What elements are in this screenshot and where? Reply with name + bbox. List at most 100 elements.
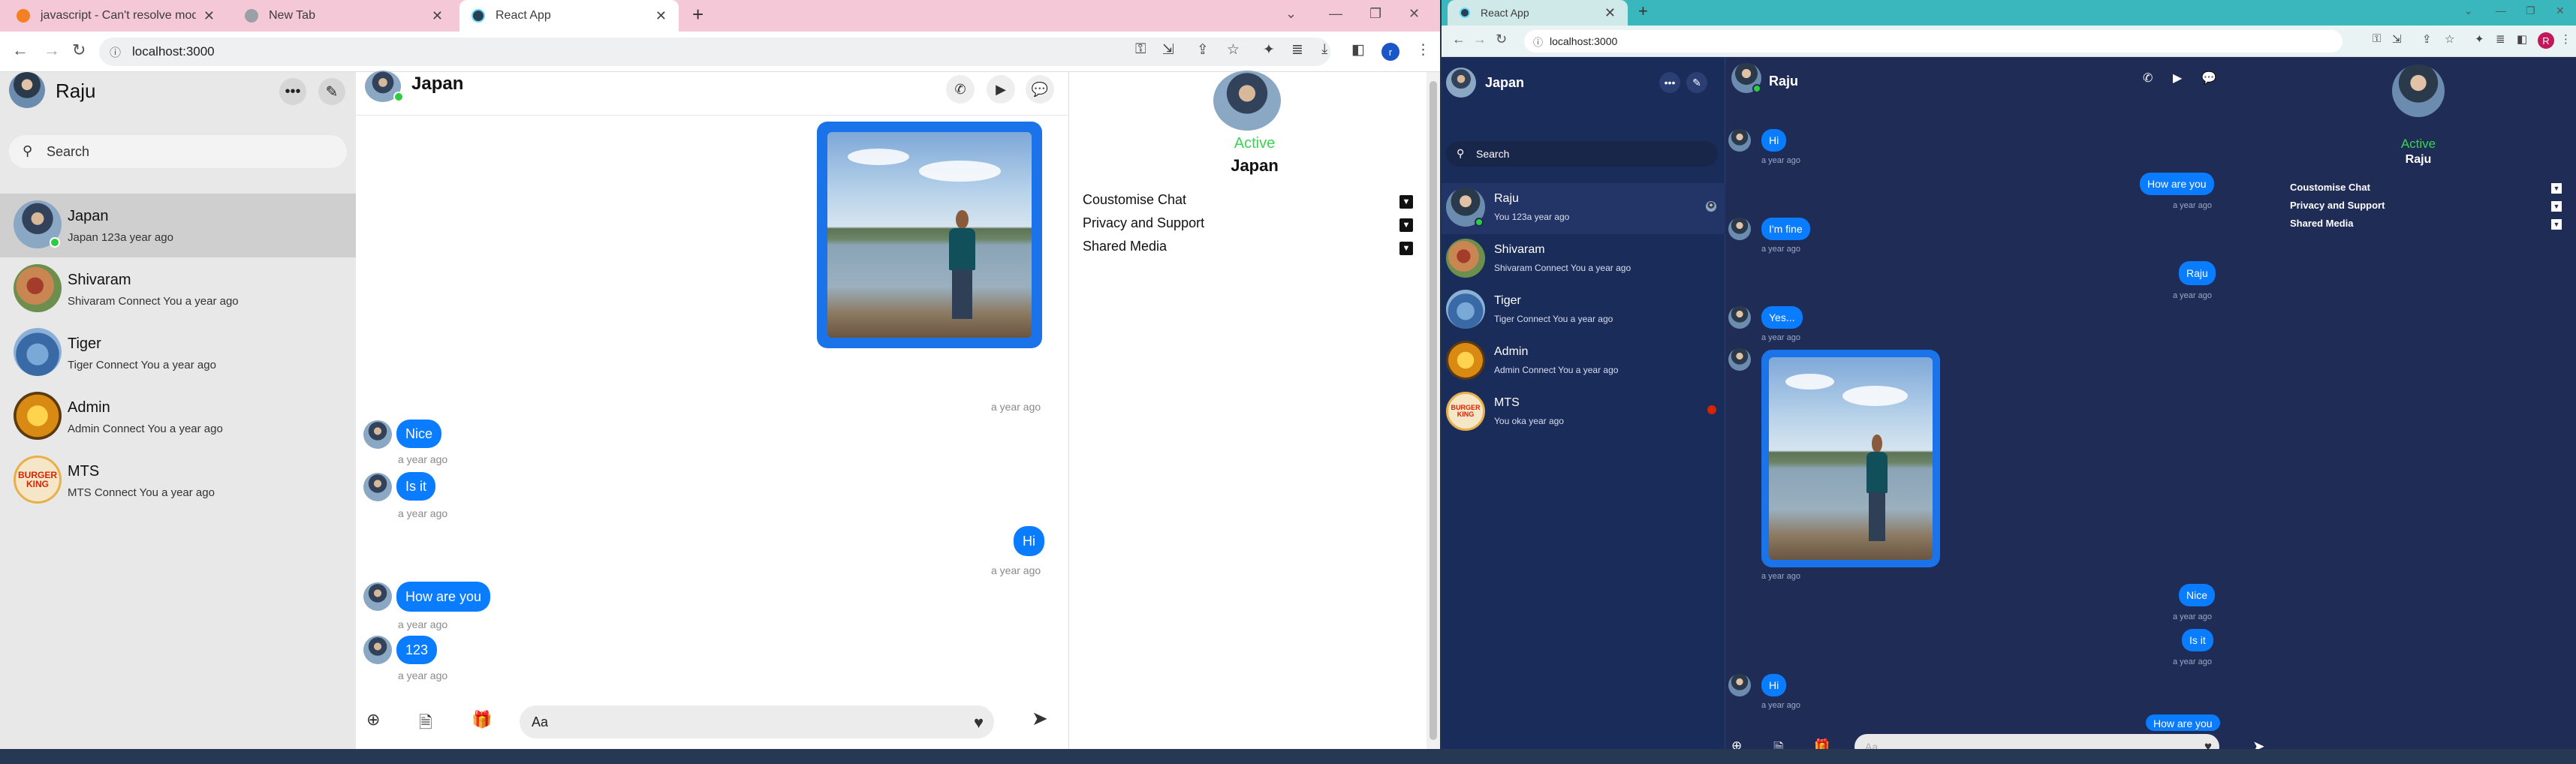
chevron-down-icon[interactable]: ▼ <box>2551 201 2562 212</box>
close-icon[interactable]: ✕ <box>203 8 215 24</box>
avatar[interactable] <box>1446 68 1476 98</box>
message-bubble[interactable]: Nice <box>396 420 442 448</box>
message-bubble[interactable]: Hi <box>1014 526 1044 556</box>
url-field[interactable]: ⓘ localhost:3000 <box>1524 30 2343 53</box>
video-call-button[interactable]: ▶ <box>987 75 1015 104</box>
avatar[interactable] <box>1213 71 1281 131</box>
new-message-button[interactable]: ✎ <box>318 78 345 105</box>
reload-icon[interactable]: ↻ <box>72 41 86 60</box>
install-icon[interactable]: ⇲ <box>1162 41 1174 59</box>
tab-react-app[interactable]: React App ✕ <box>1448 0 1628 26</box>
chat-bubble-icon[interactable]: 💬 <box>2201 71 2216 86</box>
customise-chat-section[interactable]: Coustomise Chat ▼ <box>2290 182 2562 198</box>
message-bubble[interactable]: How are you <box>2140 173 2214 195</box>
send-icon[interactable]: ➤ <box>1032 707 1048 730</box>
kebab-menu-icon[interactable]: ⋮ <box>2560 32 2571 46</box>
sidebar-icon[interactable]: ◧ <box>2517 32 2527 46</box>
key-icon[interactable]: ⚿ <box>2373 32 2381 45</box>
close-icon[interactable]: ✕ <box>1604 5 1616 21</box>
close-icon[interactable]: ✕ <box>432 8 443 24</box>
chat-options-button[interactable]: 💬 <box>1026 75 1054 104</box>
shared-media-section[interactable]: Shared Media ▼ <box>2290 218 2562 234</box>
key-icon[interactable]: ⚿ <box>1135 41 1146 58</box>
sidebar-icon[interactable]: ◧ <box>1351 41 1365 59</box>
message-bubble[interactable]: Nice <box>2179 584 2216 606</box>
page-scrollbar[interactable] <box>1427 72 1440 749</box>
avatar[interactable] <box>9 72 45 108</box>
conversation-item[interactable]: Tiger Tiger Connect You a year ago <box>1442 285 1725 336</box>
shared-media-section[interactable]: Shared Media ▼ <box>1083 239 1413 261</box>
conversation-item[interactable]: Shivaram Shivaram Connect You a year ago <box>1442 234 1725 285</box>
conversation-item[interactable]: Japan Japan 123a year ago <box>0 194 356 257</box>
chevron-down-icon[interactable]: ⌄ <box>1285 6 1297 22</box>
chevron-down-icon[interactable]: ▼ <box>1399 242 1413 255</box>
privacy-support-section[interactable]: Privacy and Support ▼ <box>1083 215 1413 238</box>
install-icon[interactable]: ⇲ <box>2392 32 2402 46</box>
chevron-down-icon[interactable]: ▼ <box>2551 183 2562 194</box>
heart-icon[interactable]: ♥ <box>974 713 984 732</box>
forward-icon[interactable]: → <box>1473 32 1487 47</box>
message-bubble[interactable]: I'm fine <box>1761 218 1810 240</box>
conversation-item[interactable]: Admin Admin Connect You a year ago <box>1442 336 1725 387</box>
tab-react-app[interactable]: React App ✕ <box>459 0 679 32</box>
back-icon[interactable]: ← <box>12 41 29 60</box>
message-input[interactable]: Aa ♥ <box>520 705 994 738</box>
conversation-item[interactable]: BURGER KING MTS You oka year ago <box>1442 387 1725 438</box>
message-bubble[interactable]: How are you <box>396 582 491 612</box>
reload-icon[interactable]: ↻ <box>1496 32 1507 47</box>
conversation-item[interactable]: Admin Admin Connect You a year ago <box>0 385 356 449</box>
new-tab-icon[interactable]: + <box>692 3 704 26</box>
chevron-down-icon[interactable]: ▼ <box>1399 218 1413 232</box>
search-input[interactable]: ⚲ Search <box>1446 141 1718 167</box>
conversation-item[interactable]: Tiger Tiger Connect You a year ago <box>0 321 356 385</box>
conversation-item[interactable]: BURGER KING MTS MTS Connect You a year a… <box>0 449 356 513</box>
message-bubble[interactable]: Is it <box>2182 629 2213 651</box>
image-message[interactable] <box>1761 350 1940 567</box>
tab-search-icon[interactable]: ≣ <box>2496 32 2505 46</box>
close-icon[interactable]: ✕ <box>655 8 667 24</box>
message-bubble[interactable]: 123 <box>396 636 438 664</box>
phone-icon[interactable]: ✆ <box>2143 71 2153 86</box>
profile-avatar[interactable]: R <box>2538 32 2554 49</box>
tab-search-icon[interactable]: ≣ <box>1291 41 1303 59</box>
restore-icon[interactable]: ❐ <box>1369 6 1381 22</box>
conversation-item[interactable]: Shivaram Shivaram Connect You a year ago <box>0 257 356 321</box>
kebab-menu-icon[interactable]: ⋮ <box>1416 41 1430 59</box>
forward-icon[interactable]: → <box>44 41 60 60</box>
voice-call-button[interactable]: ✆ <box>946 75 975 104</box>
extensions-icon[interactable]: ✦ <box>2475 32 2484 46</box>
customise-chat-section[interactable]: Coustomise Chat ▼ <box>1083 192 1413 215</box>
image-message[interactable] <box>817 122 1042 348</box>
window-close-icon[interactable]: ✕ <box>2556 5 2565 17</box>
new-tab-icon[interactable]: + <box>1638 2 1648 21</box>
profile-avatar[interactable]: r <box>1381 43 1399 61</box>
bookmark-star-icon[interactable]: ☆ <box>2445 32 2454 46</box>
back-icon[interactable]: ← <box>1452 32 1466 47</box>
share-icon[interactable]: ⇪ <box>1197 41 1209 59</box>
window-close-icon[interactable]: ✕ <box>1409 6 1420 22</box>
restore-icon[interactable]: ❐ <box>2526 5 2535 17</box>
chevron-down-icon[interactable]: ⌄ <box>2464 5 2473 17</box>
new-message-button[interactable]: ✎ <box>1686 72 1707 93</box>
message-bubble[interactable]: Hi <box>1761 129 1787 152</box>
share-icon[interactable]: ⇪ <box>2422 32 2432 46</box>
avatar[interactable] <box>2392 65 2445 117</box>
search-input[interactable]: ⚲ Search <box>9 135 347 168</box>
minimize-icon[interactable]: — <box>2496 5 2506 17</box>
message-bubble[interactable]: Raju <box>2179 261 2216 285</box>
chevron-down-icon[interactable]: ▼ <box>1399 195 1413 209</box>
minimize-icon[interactable]: — <box>1329 6 1342 22</box>
extensions-icon[interactable]: ✦ <box>1263 41 1275 59</box>
more-options-button[interactable]: ••• <box>1659 72 1680 93</box>
gift-icon[interactable]: 🎁 <box>472 710 492 729</box>
more-options-button[interactable]: ••• <box>279 78 306 105</box>
file-icon[interactable]: 🗎 <box>419 710 432 738</box>
chevron-down-icon[interactable]: ▼ <box>2551 219 2562 230</box>
add-circle-icon[interactable]: ⊕ <box>366 710 380 729</box>
tab-stackoverflow[interactable]: javascript - Can't resolve module... ✕ <box>5 0 227 32</box>
download-icon[interactable]: ⤓ <box>1321 41 1327 58</box>
bookmark-star-icon[interactable]: ☆ <box>1227 41 1240 59</box>
tab-new-tab[interactable]: New Tab ✕ <box>233 0 455 32</box>
video-icon[interactable]: ▶ <box>2173 71 2182 86</box>
privacy-support-section[interactable]: Privacy and Support ▼ <box>2290 200 2562 216</box>
